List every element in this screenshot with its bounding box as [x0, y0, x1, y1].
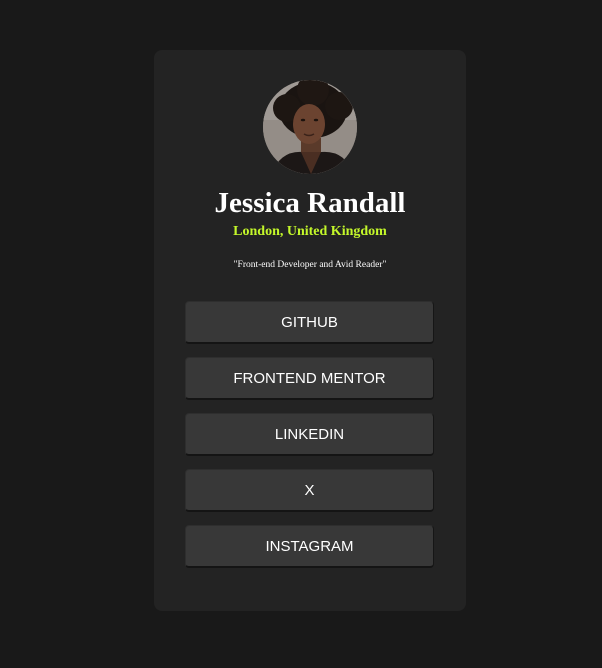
github-button[interactable]: GITHUB	[185, 301, 434, 344]
profile-location: London, United Kingdom	[233, 224, 387, 239]
profile-bio: "Front-end Developer and Avid Reader"	[233, 260, 387, 270]
profile-photo	[263, 80, 357, 174]
profile-card: Jessica Randall London, United Kingdom "…	[154, 50, 466, 611]
social-links: GITHUB FRONTEND MENTOR LINKEDIN X INSTAG…	[185, 301, 434, 581]
frontend-mentor-button[interactable]: FRONTEND MENTOR	[185, 357, 434, 400]
profile-name: Jessica Randall	[214, 187, 406, 219]
x-button[interactable]: X	[185, 469, 434, 512]
linkedin-button[interactable]: LINKEDIN	[185, 413, 434, 456]
instagram-button[interactable]: INSTAGRAM	[185, 525, 434, 568]
avatar	[263, 80, 357, 174]
